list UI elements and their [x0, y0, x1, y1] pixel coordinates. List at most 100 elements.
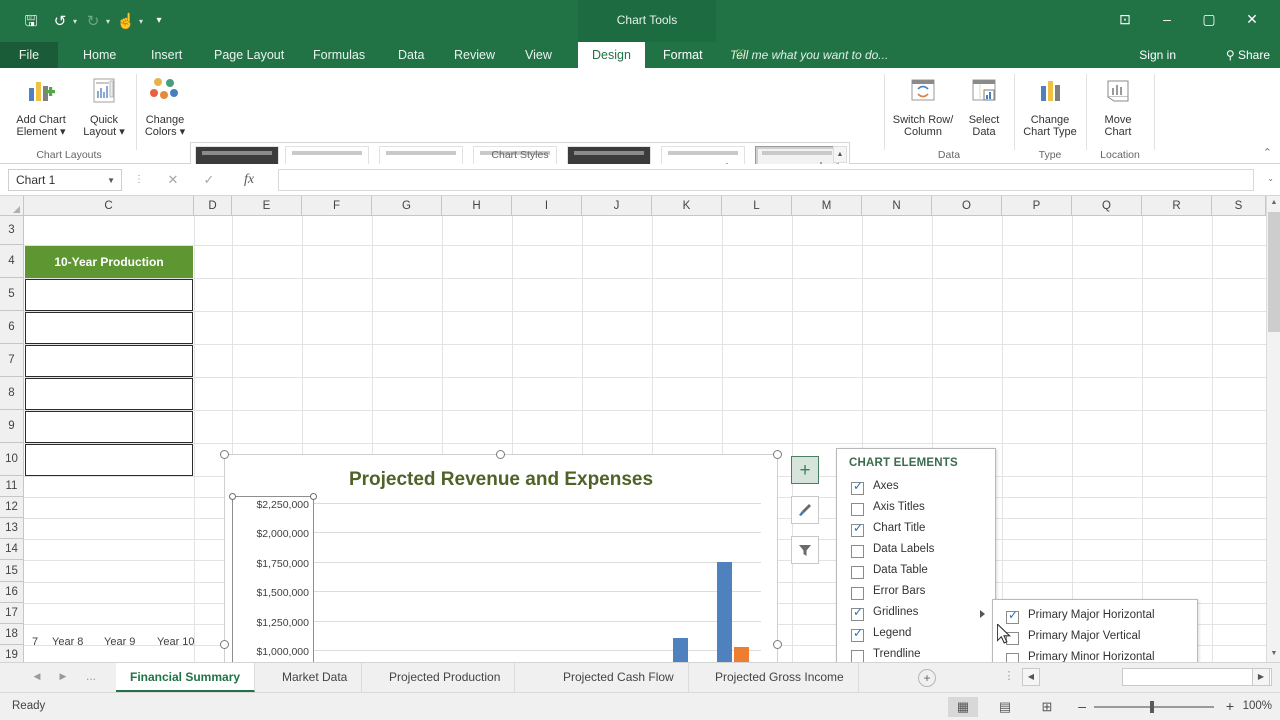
cell-C7[interactable] — [25, 345, 193, 377]
col-header-N[interactable]: N — [862, 196, 932, 216]
tab-review[interactable]: Review — [443, 42, 506, 68]
row-header-17[interactable]: 17 — [0, 603, 24, 624]
sheet-tab-projected-cash-flow[interactable]: Projected Cash Flow — [549, 663, 689, 692]
axes-checkbox[interactable] — [851, 482, 864, 495]
gridlines-primary-major-horizontal[interactable]: Primary Major Horizontal — [1006, 608, 1196, 629]
minimize-button[interactable]: – — [1146, 4, 1188, 34]
chart-styles-button[interactable] — [791, 496, 819, 524]
name-box[interactable]: Chart 1 ▼ — [8, 169, 122, 191]
switch-row-column-button[interactable]: Switch Row/ Column — [888, 76, 958, 139]
row-header-4[interactable]: 4 — [0, 245, 24, 278]
change-colors-button[interactable]: Change Colors ▾ — [140, 76, 190, 139]
col-header-R[interactable]: R — [1142, 196, 1212, 216]
chart-filters-button[interactable] — [791, 536, 819, 564]
chart-element-data-table[interactable]: Data Table — [851, 563, 993, 584]
col-header-D[interactable]: D — [194, 196, 232, 216]
ribbon-display-options-icon[interactable]: ⊡ — [1104, 4, 1146, 34]
gridlines-submenu-arrow-icon[interactable] — [980, 610, 985, 618]
cell-C4-production-header[interactable]: 10-Year Production — [25, 246, 193, 278]
chart-handle-middle-right[interactable] — [773, 640, 782, 649]
tab-design[interactable]: Design — [578, 42, 645, 68]
axis-handle-top-left[interactable] — [229, 493, 236, 500]
row-header-14[interactable]: 14 — [0, 539, 24, 560]
chart-title[interactable]: Projected Revenue and Expenses — [225, 469, 777, 491]
gridlines-submenu[interactable]: Primary Major Horizontal Primary Major V… — [992, 599, 1198, 662]
col-header-P[interactable]: P — [1002, 196, 1072, 216]
next-sheet-icon[interactable]: ▶ — [54, 671, 72, 682]
zoom-slider[interactable] — [1094, 706, 1214, 708]
row-header-18[interactable]: 18 — [0, 624, 24, 645]
row-header-6[interactable]: 6 — [0, 311, 24, 344]
bar-group-year-2[interactable] — [363, 503, 401, 662]
tab-insert[interactable]: Insert — [140, 42, 193, 68]
chart-plot-area[interactable] — [313, 503, 761, 662]
maximize-restore-button[interactable]: ▢ — [1188, 4, 1230, 34]
chart-handle-top-center[interactable] — [496, 450, 505, 459]
primary-major-horizontal-checkbox[interactable] — [1006, 611, 1019, 624]
primary-minor-horizontal-checkbox[interactable] — [1006, 653, 1019, 662]
bar-revenue-year-10[interactable] — [717, 562, 732, 662]
sheet-tab-grip[interactable]: ⋮ — [1000, 669, 1018, 682]
cell-C5[interactable] — [25, 279, 193, 311]
chart-element-error-bars[interactable]: Error Bars — [851, 584, 993, 605]
col-header-C[interactable]: C — [24, 196, 194, 216]
first-sheet-icon[interactable]: ◀ — [28, 671, 46, 682]
col-header-F[interactable]: F — [302, 196, 372, 216]
gridlines-primary-minor-horizontal[interactable]: Primary Minor Horizontal — [1006, 650, 1196, 662]
chart-elements-panel[interactable]: CHART ELEMENTS Axes Axis Titles Chart Ti… — [836, 448, 996, 662]
chart-element-chart-title[interactable]: Chart Title — [851, 521, 993, 542]
tab-view[interactable]: View — [514, 42, 563, 68]
chart-handle-top-left[interactable] — [220, 450, 229, 459]
row-header-5[interactable]: 5 — [0, 278, 24, 311]
chart-element-data-labels[interactable]: Data Labels — [851, 542, 993, 563]
close-button[interactable]: ✕ — [1230, 4, 1274, 34]
row-header-15[interactable]: 15 — [0, 560, 24, 582]
page-break-preview-button[interactable]: ⊞ — [1032, 697, 1062, 717]
sheet-tab-market-data[interactable]: Market Data — [268, 663, 362, 692]
axis-titles-checkbox[interactable] — [851, 503, 864, 516]
gridlines-primary-major-vertical[interactable]: Primary Major Vertical — [1006, 629, 1196, 650]
sign-in-button[interactable]: Sign in — [1139, 42, 1176, 68]
vertical-scroll-thumb[interactable] — [1268, 212, 1280, 332]
col-header-E[interactable]: E — [232, 196, 302, 216]
page-layout-view-button[interactable]: ▤ — [990, 697, 1020, 717]
chart-handle-top-right[interactable] — [773, 450, 782, 459]
col-header-G[interactable]: G — [372, 196, 442, 216]
sheet-tab-projected-gross-income[interactable]: Projected Gross Income — [701, 663, 859, 692]
change-chart-type-button[interactable]: Change Chart Type — [1018, 76, 1082, 139]
enter-formula-icon[interactable]: ✓ — [196, 169, 222, 191]
bar-group-year-5[interactable] — [495, 503, 533, 662]
row-header-10[interactable]: 10 — [0, 443, 24, 476]
scroll-up-icon[interactable]: ▲ — [1267, 196, 1280, 211]
tab-home[interactable]: Home — [72, 42, 127, 68]
row-header-9[interactable]: 9 — [0, 410, 24, 443]
col-header-I[interactable]: I — [512, 196, 582, 216]
chart-elements-button[interactable]: + — [791, 456, 819, 484]
row-header-8[interactable]: 8 — [0, 377, 24, 410]
scroll-down-icon[interactable]: ▼ — [1267, 647, 1280, 662]
error-bars-checkbox[interactable] — [851, 587, 864, 600]
col-header-H[interactable]: H — [442, 196, 512, 216]
col-header-M[interactable]: M — [792, 196, 862, 216]
bar-group-year-10[interactable] — [715, 503, 753, 662]
col-header-O[interactable]: O — [932, 196, 1002, 216]
quick-layout-button[interactable]: Quick Layout ▾ — [76, 76, 132, 139]
chart-element-legend[interactable]: Legend — [851, 626, 993, 647]
col-header-K[interactable]: K — [652, 196, 722, 216]
zoom-level-label[interactable]: 100% — [1243, 700, 1272, 712]
bar-group-year-4[interactable] — [451, 503, 489, 662]
chart-element-axis-titles[interactable]: Axis Titles — [851, 500, 993, 521]
tab-formulas[interactable]: Formulas — [302, 42, 376, 68]
data-labels-checkbox[interactable] — [851, 545, 864, 558]
row-header-13[interactable]: 13 — [0, 518, 24, 539]
row-header-12[interactable]: 12 — [0, 497, 24, 518]
row-header-19[interactable]: 19 — [0, 645, 24, 662]
formula-input[interactable] — [278, 169, 1254, 191]
hscroll-left-icon[interactable]: ◀ — [1022, 668, 1040, 686]
name-box-dropdown-icon[interactable]: ▼ — [107, 170, 115, 191]
legend-checkbox[interactable] — [851, 629, 864, 642]
cell-C6[interactable] — [25, 312, 193, 344]
expand-formula-bar-icon[interactable]: ⌄ — [1267, 174, 1274, 183]
bar-group-year-6[interactable] — [539, 503, 577, 662]
tab-data[interactable]: Data — [387, 42, 435, 68]
